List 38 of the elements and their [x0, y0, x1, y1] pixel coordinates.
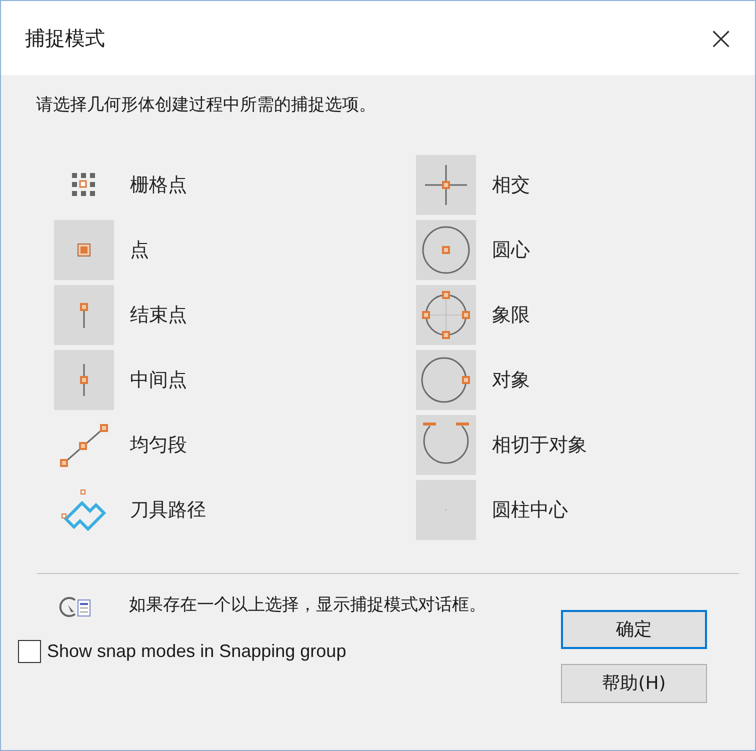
- snap-label: 圆心: [492, 238, 530, 263]
- snap-label: 象限: [492, 302, 530, 328]
- crosshair-icon: [424, 164, 468, 206]
- snap-toggle[interactable]: [54, 285, 114, 345]
- circle-quadrant-icon: [421, 290, 471, 340]
- snap-toggle[interactable]: [416, 350, 476, 410]
- checkbox[interactable]: [18, 640, 41, 662]
- snap-label: 刀具路径: [130, 498, 206, 523]
- snap-label: 中间点: [130, 368, 187, 393]
- snap-toggle[interactable]: [416, 480, 476, 540]
- instruction-text: 请选择几何形体创建过程中所需的捕捉选项。: [36, 94, 377, 117]
- snap-label: 对象: [492, 368, 530, 393]
- dialog-button[interactable]: 确定: [561, 610, 707, 648]
- circle-edge-icon: [421, 357, 471, 403]
- checkbox-label: Show snap modes in Snapping group: [47, 640, 346, 663]
- snap-toggle[interactable]: [54, 220, 114, 280]
- snap-label: 圆柱中心: [492, 498, 568, 523]
- snap-toggle[interactable]: [54, 350, 114, 410]
- snap-label: 相交: [492, 172, 530, 198]
- midpoint-icon: [79, 363, 89, 397]
- endpoint-icon: [79, 302, 89, 328]
- snap-toggle[interactable]: [416, 155, 476, 215]
- snap-label: 栅格点: [130, 172, 187, 198]
- dialog-button[interactable]: 帮助(H): [561, 664, 707, 702]
- snap-toggle[interactable]: [416, 220, 476, 280]
- toolpath-icon: [61, 489, 107, 531]
- snap-label: 均匀段: [130, 432, 187, 458]
- snap-label: 结束点: [130, 302, 187, 328]
- segment-points-icon: [59, 422, 109, 468]
- close-button[interactable]: ×: [701, 18, 741, 58]
- snap-toggle[interactable]: [416, 415, 476, 475]
- snap-label: 点: [130, 238, 149, 263]
- circle-center-icon: [422, 226, 470, 274]
- window-title: 捕捉模式: [25, 25, 105, 52]
- snap-toggle[interactable]: [416, 285, 476, 345]
- square-point-icon: [77, 243, 91, 257]
- snap-label: 相切于对象: [492, 432, 587, 458]
- note-text: 如果存在一个以上选择，显示捕捉模式对话框。: [129, 594, 487, 616]
